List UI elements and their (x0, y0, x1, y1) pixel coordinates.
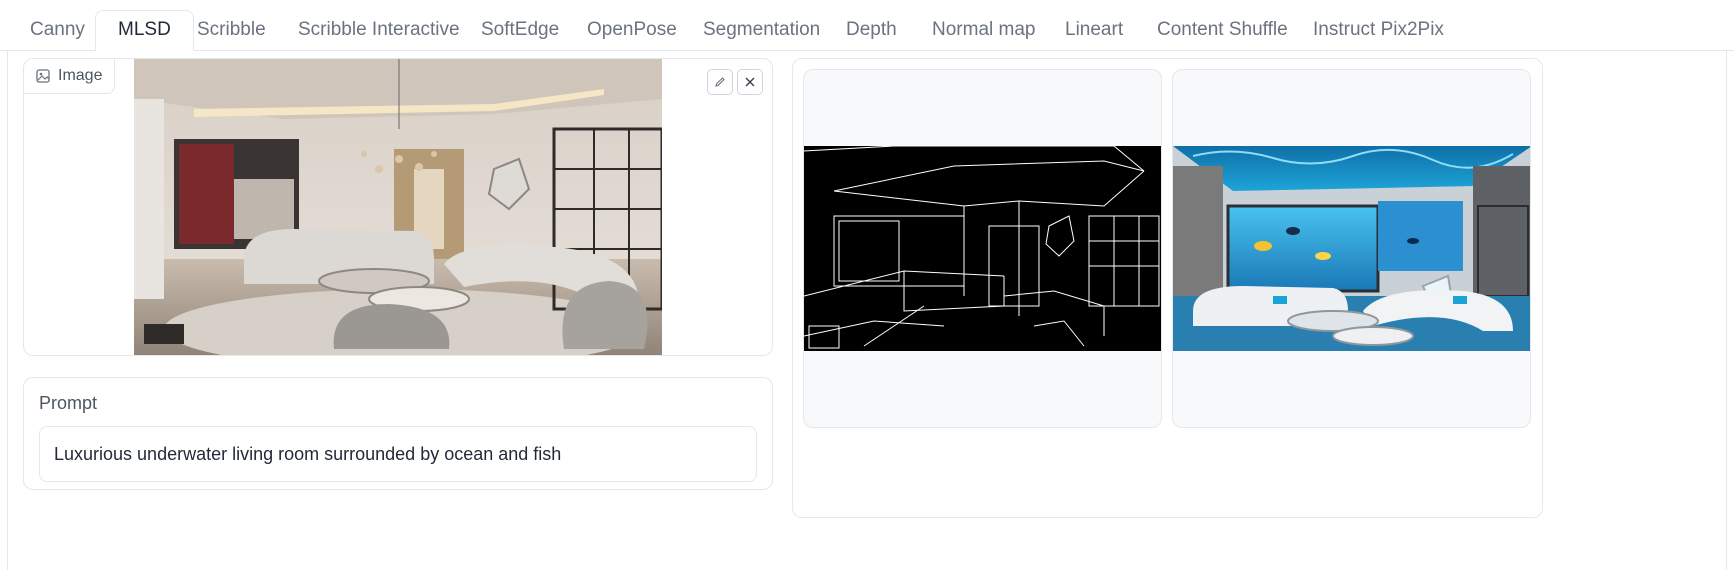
tab-softedge[interactable]: SoftEdge (459, 10, 581, 50)
mlsd-line-image (804, 146, 1161, 351)
image-input[interactable]: Image (23, 58, 773, 356)
pencil-icon (714, 76, 726, 88)
tab-content-shuffle[interactable]: Content Shuffle (1135, 10, 1310, 50)
image-label-text: Image (58, 67, 103, 84)
image-icon (36, 69, 50, 83)
tab-canny[interactable]: Canny (8, 10, 107, 50)
prompt-label: Prompt (39, 393, 98, 413)
clear-button[interactable] (737, 69, 763, 95)
gallery-item-control-map[interactable] (803, 69, 1162, 428)
tab-segmentation[interactable]: Segmentation (681, 10, 842, 50)
prompt-block: Prompt Luxurious underwater living room … (23, 377, 773, 490)
generated-image (1173, 146, 1530, 351)
tab-normal-map[interactable]: Normal map (910, 10, 1057, 50)
edit-button[interactable] (707, 69, 733, 95)
tab-depth[interactable]: Depth (824, 10, 919, 50)
tab-instruct-pix2pix[interactable]: Instruct Pix2Pix (1291, 10, 1466, 50)
close-icon (744, 76, 756, 88)
tab-openpose[interactable]: OpenPose (565, 10, 699, 50)
tab-lineart[interactable]: Lineart (1043, 10, 1145, 50)
uploaded-image (134, 59, 662, 355)
tab-scribble[interactable]: Scribble (175, 10, 288, 50)
tab-scribble-interactive[interactable]: Scribble Interactive (276, 10, 482, 50)
prompt-textbox[interactable]: Luxurious underwater living room surroun… (39, 426, 757, 482)
tab-bar: Canny MLSD Scribble Scribble Interactive… (0, 0, 1734, 51)
gallery-item-result[interactable] (1172, 69, 1531, 428)
image-label: Image (24, 59, 116, 94)
